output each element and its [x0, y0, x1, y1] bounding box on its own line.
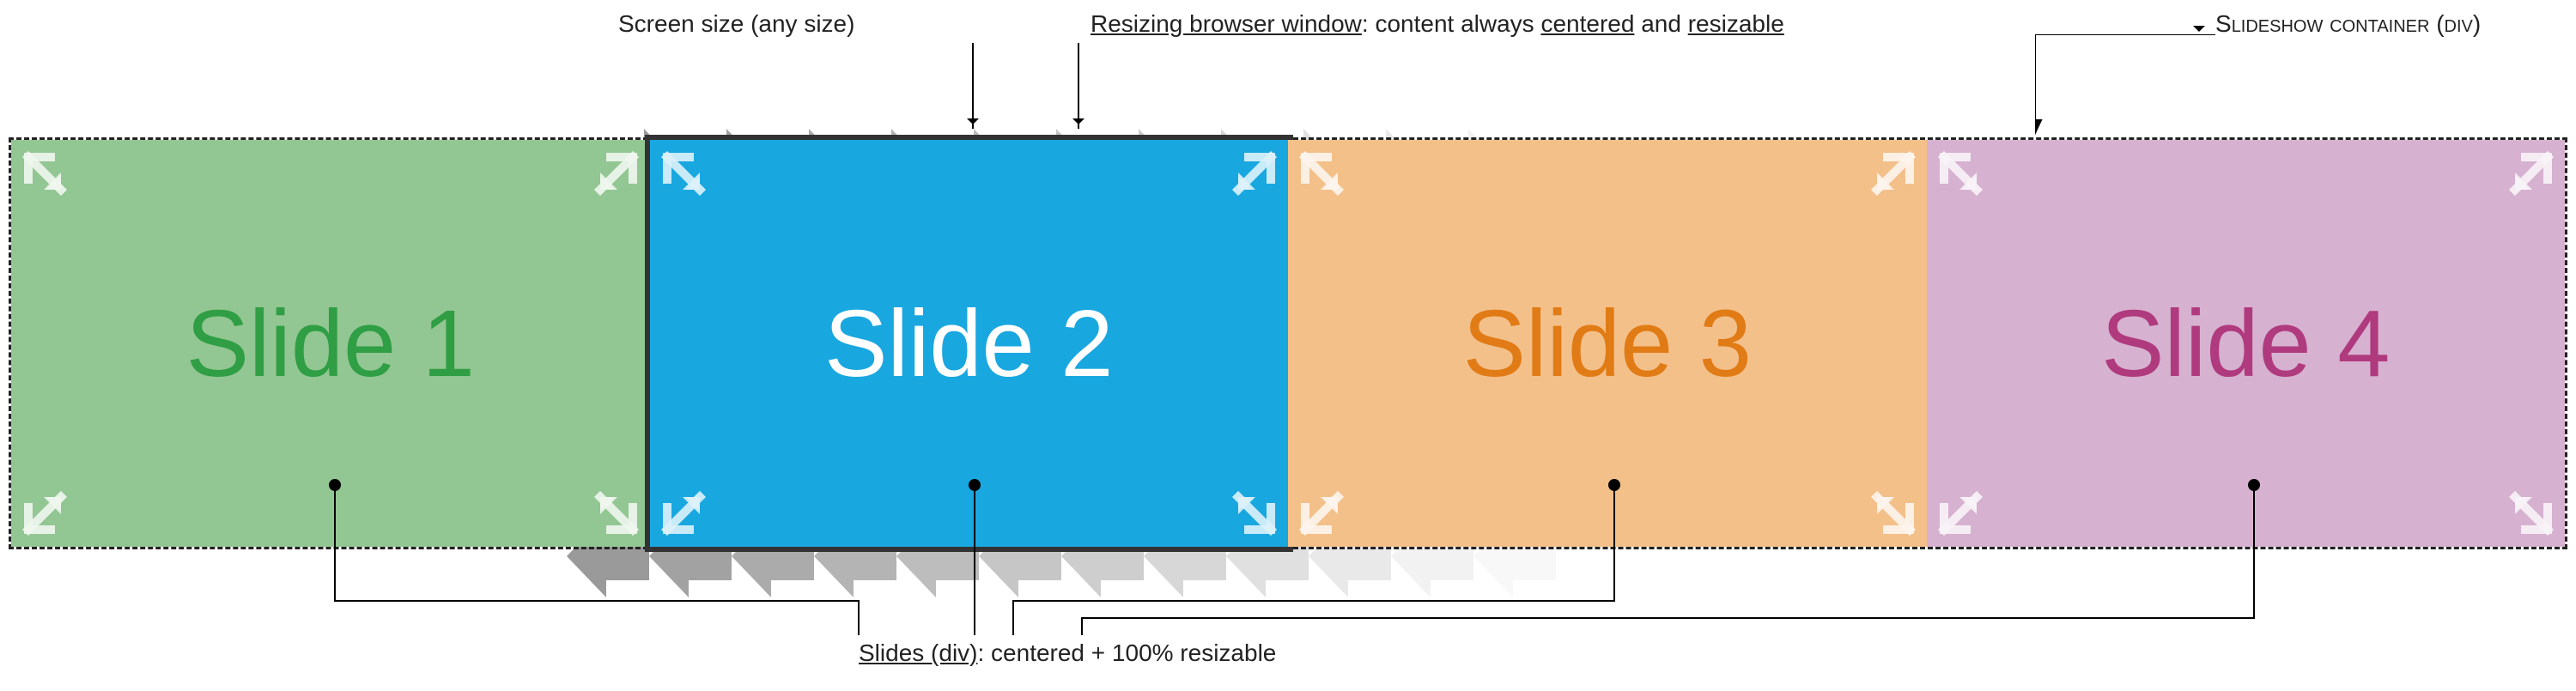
resize-corner-icon — [1218, 476, 1278, 536]
slide-3-label: Slide 3 — [1463, 289, 1752, 398]
screen-frame — [645, 135, 1294, 552]
slide-1-label: Slide 1 — [186, 289, 475, 398]
resize-corner-icon — [1856, 476, 1917, 536]
resize-corner-icon — [580, 150, 640, 210]
callout-dot — [2248, 479, 2260, 491]
resize-corner-icon — [21, 150, 82, 210]
resize-corner-icon — [1856, 150, 1917, 210]
resize-corner-icon — [580, 476, 640, 536]
label-container: Slideshow container (div) — [2215, 10, 2481, 38]
slide-2-label: Slide 2 — [824, 289, 1113, 398]
slide-4: Slide 4 — [1927, 140, 2566, 547]
callout-dot — [969, 479, 981, 491]
resize-corner-icon — [1298, 476, 1358, 536]
dropper-screen-size — [972, 43, 974, 129]
resize-corner-icon — [1298, 150, 1358, 210]
slideshow-container: Slide 1 Slide 2 — [9, 137, 2567, 549]
resize-corner-icon — [1937, 476, 1997, 536]
label-slides-div: Slides (div): centered + 100% resizable — [859, 639, 1276, 667]
resize-corner-icon — [2494, 150, 2555, 210]
resize-corner-icon — [660, 150, 720, 210]
resize-corner-icon — [21, 476, 82, 536]
resize-corner-icon — [1218, 150, 1278, 210]
leader-container — [2035, 34, 2224, 146]
slide-4-label: Slide 4 — [2101, 289, 2390, 398]
label-screen-size: Screen size (any size) — [618, 10, 854, 38]
resize-corner-icon — [1937, 150, 1997, 210]
callout-dot — [329, 479, 341, 491]
slide-3: Slide 3 — [1288, 140, 1927, 547]
dropper-resize — [1078, 43, 1079, 129]
resize-corner-icon — [660, 476, 720, 536]
label-resize-window: Resizing browser window: content always … — [1091, 10, 1784, 38]
callout-dot — [1608, 479, 1620, 491]
resize-corner-icon — [2494, 476, 2555, 536]
